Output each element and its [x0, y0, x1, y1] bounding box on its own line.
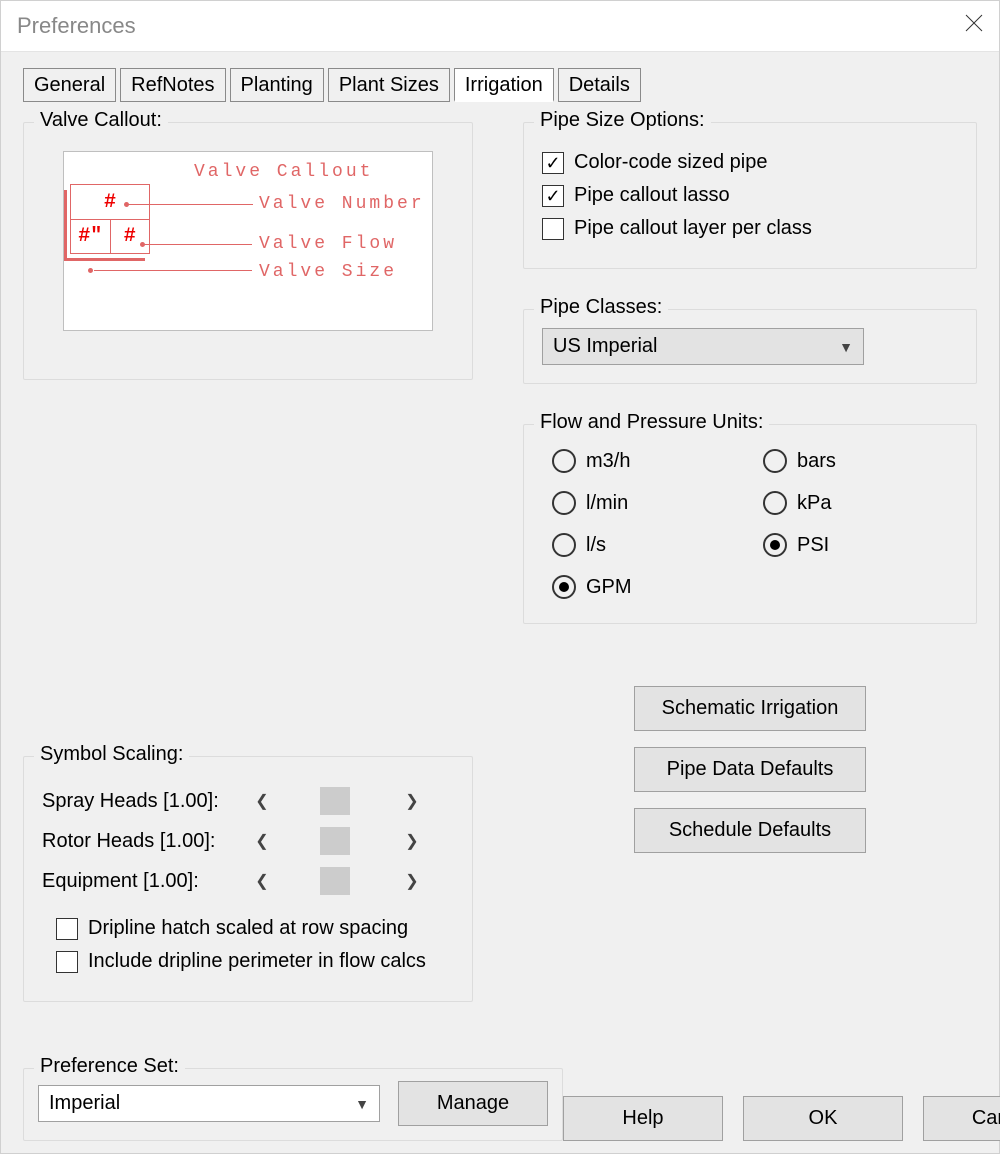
spray-heads-left-icon[interactable]: ❮: [242, 787, 282, 815]
checkbox-icon: [56, 951, 78, 973]
equipment-label: Equipment [1.00]:: [42, 870, 242, 893]
window-title: Preferences: [17, 13, 136, 39]
diagram-box-top: #: [71, 185, 149, 219]
radio-icon: [763, 491, 787, 515]
layer-per-class-label: Pipe callout layer per class: [574, 217, 812, 240]
checkbox-icon: [542, 152, 564, 174]
color-code-checkbox[interactable]: Color-code sized pipe: [542, 151, 958, 174]
diagram-box: # #" #: [70, 184, 150, 254]
radio-icon: [552, 533, 576, 557]
layer-per-class-checkbox[interactable]: Pipe callout layer per class: [542, 217, 958, 240]
diagram-title: Valve Callout: [194, 162, 373, 182]
dripline-perimeter-checkbox[interactable]: Include dripline perimeter in flow calcs: [56, 950, 454, 973]
rotor-heads-left-icon[interactable]: ❮: [242, 827, 282, 855]
preference-set-select[interactable]: Imperial ▼: [38, 1085, 380, 1122]
titlebar: Preferences: [1, 1, 999, 51]
checkbox-icon: [542, 218, 564, 240]
valve-callout-diagram: Valve Callout # #" # Valve Number V: [63, 151, 433, 331]
cancel-button[interactable]: Cancel: [923, 1096, 1000, 1141]
radio-gpm[interactable]: GPM: [552, 575, 743, 599]
tab-general[interactable]: General: [23, 68, 116, 102]
diagram-box-bl: #": [71, 219, 111, 253]
dripline-hatch-label: Dripline hatch scaled at row spacing: [88, 917, 408, 940]
client-area: General RefNotes Planting Plant Sizes Ir…: [1, 51, 999, 1153]
rotor-heads-slider[interactable]: [282, 827, 392, 855]
chevron-down-icon: ▼: [839, 339, 853, 355]
radio-m3h[interactable]: m3/h: [552, 449, 743, 473]
radio-lmin-label: l/min: [586, 492, 628, 515]
flow-pressure-group: Flow and Pressure Units: m3/h bars l/: [523, 424, 977, 624]
tab-bar: General RefNotes Planting Plant Sizes Ir…: [23, 68, 977, 102]
radio-icon: [552, 449, 576, 473]
radio-icon: [552, 575, 576, 599]
equipment-right-icon[interactable]: ❯: [392, 867, 432, 895]
spray-heads-right-icon[interactable]: ❯: [392, 787, 432, 815]
help-button[interactable]: Help: [563, 1096, 723, 1141]
manage-button[interactable]: Manage: [398, 1081, 548, 1126]
radio-icon: [763, 533, 787, 557]
rotor-heads-label: Rotor Heads [1.00]:: [42, 830, 242, 853]
chevron-down-icon: ▼: [355, 1096, 369, 1112]
pipe-size-options-group: Pipe Size Options: Color-code sized pipe…: [523, 122, 977, 269]
dripline-hatch-checkbox[interactable]: Dripline hatch scaled at row spacing: [56, 917, 454, 940]
flow-pressure-legend: Flow and Pressure Units:: [534, 411, 769, 434]
radio-icon: [552, 491, 576, 515]
radio-psi-label: PSI: [797, 534, 829, 557]
equipment-row: Equipment [1.00]: ❮ ❯: [42, 867, 454, 895]
pipe-data-defaults-button[interactable]: Pipe Data Defaults: [634, 747, 866, 792]
radio-bars-label: bars: [797, 450, 836, 473]
pipe-classes-select[interactable]: US Imperial ▼: [542, 328, 864, 365]
pipe-lasso-label: Pipe callout lasso: [574, 184, 730, 207]
radio-ls-label: l/s: [586, 534, 606, 557]
symbol-scaling-legend: Symbol Scaling:: [34, 743, 189, 766]
ok-button[interactable]: OK: [743, 1096, 903, 1141]
radio-ls[interactable]: l/s: [552, 533, 743, 557]
pipe-classes-group: Pipe Classes: US Imperial ▼: [523, 309, 977, 384]
close-icon[interactable]: [965, 14, 983, 38]
tab-details[interactable]: Details: [558, 68, 641, 102]
equipment-left-icon[interactable]: ❮: [242, 867, 282, 895]
diagram-label-number: Valve Number: [259, 194, 425, 214]
checkbox-icon: [542, 185, 564, 207]
diagram-label-size: Valve Size: [259, 262, 397, 282]
radio-bars[interactable]: bars: [763, 449, 954, 473]
equipment-slider[interactable]: [282, 867, 392, 895]
radio-m3h-label: m3/h: [586, 450, 630, 473]
radio-lmin[interactable]: l/min: [552, 491, 743, 515]
tab-irrigation[interactable]: Irrigation: [454, 68, 554, 102]
checkbox-icon: [56, 918, 78, 940]
preference-set-value: Imperial: [49, 1092, 120, 1115]
tab-planting[interactable]: Planting: [230, 68, 324, 102]
schematic-irrigation-button[interactable]: Schematic Irrigation: [634, 686, 866, 731]
preference-set-legend: Preference Set:: [34, 1055, 185, 1078]
spray-heads-label: Spray Heads [1.00]:: [42, 790, 242, 813]
dripline-perimeter-label: Include dripline perimeter in flow calcs: [88, 950, 426, 973]
pipe-size-options-legend: Pipe Size Options:: [534, 109, 711, 132]
radio-kpa-label: kPa: [797, 492, 831, 515]
spray-heads-slider[interactable]: [282, 787, 392, 815]
valve-callout-legend: Valve Callout:: [34, 109, 168, 132]
preferences-window: Preferences General RefNotes Planting Pl…: [0, 0, 1000, 1154]
pipe-lasso-checkbox[interactable]: Pipe callout lasso: [542, 184, 958, 207]
rotor-heads-row: Rotor Heads [1.00]: ❮ ❯: [42, 827, 454, 855]
rotor-heads-right-icon[interactable]: ❯: [392, 827, 432, 855]
schedule-defaults-button[interactable]: Schedule Defaults: [634, 808, 866, 853]
pipe-classes-legend: Pipe Classes:: [534, 296, 668, 319]
radio-psi[interactable]: PSI: [763, 533, 954, 557]
symbol-scaling-group: Symbol Scaling: Spray Heads [1.00]: ❮ ❯ …: [23, 756, 473, 1002]
pipe-classes-value: US Imperial: [553, 335, 657, 358]
valve-callout-group: Valve Callout: Valve Callout # #" # V: [23, 122, 473, 380]
tab-plant-sizes[interactable]: Plant Sizes: [328, 68, 450, 102]
spray-heads-row: Spray Heads [1.00]: ❮ ❯: [42, 787, 454, 815]
color-code-label: Color-code sized pipe: [574, 151, 767, 174]
radio-gpm-label: GPM: [586, 576, 632, 599]
radio-kpa[interactable]: kPa: [763, 491, 954, 515]
radio-icon: [763, 449, 787, 473]
tab-refnotes[interactable]: RefNotes: [120, 68, 225, 102]
diagram-label-flow: Valve Flow: [259, 234, 397, 254]
preference-set-group: Preference Set: Imperial ▼ Manage: [23, 1068, 563, 1141]
diagram-box-br: #: [111, 219, 150, 253]
